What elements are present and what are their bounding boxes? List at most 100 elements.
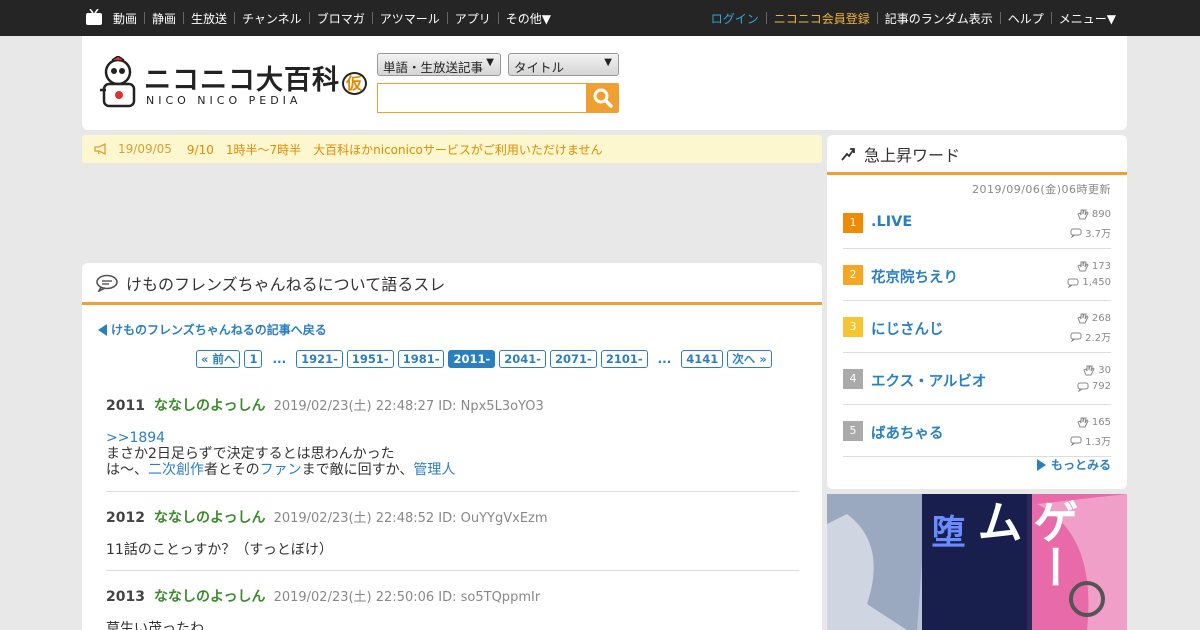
comment-count: 1.3万 [1070,433,1111,448]
post-number[interactable]: 2011 [106,398,145,414]
nav-other-menu[interactable]: その他▼ [506,10,551,27]
thread-post: 2013 ななしのよっしん 2019/02/23(土) 22:50:06 ID:… [106,586,799,630]
pager-page[interactable]: 2071- [550,350,597,368]
pager-page[interactable]: 1951- [346,350,394,368]
trending-word-link[interactable]: ばあちゃる [871,422,944,443]
keyword-link[interactable]: 管理人 [413,462,455,478]
megaphone-icon [94,143,106,155]
post-meta: 2019/02/23(土) 22:50:06 ID: so5TQppmIr [273,590,541,605]
post-body: >>1894 まさか2日足らずで決定するとは思わんかった は～、二次創作者とその… [106,430,456,478]
dropdown-arrow-icon: ▼ [604,57,612,68]
post-author: ななしのよっしん [153,398,266,414]
post-meta: 2019/02/23(土) 22:48:52 ID: OuYYgVxEzm [273,511,548,526]
logo-title: ニコニコ大百科仮 [144,58,368,97]
search-input[interactable] [377,83,587,113]
trending-item[interactable]: 4 エクス・アルビオ 30 792 [843,353,1111,405]
thread-panel: けものフレンズちゃんねるについて語るスレ けものフレンズちゃんねるの記事へ戻る … [82,263,822,630]
post-number[interactable]: 2012 [106,510,145,526]
game-advertisement-banner[interactable]: 堕 ゲーム [827,494,1127,630]
trending-word-link[interactable]: .LIVE [871,214,912,230]
more-trending-link[interactable]: もっとみる [1036,456,1111,473]
clap-icon [1077,313,1089,324]
pager-page[interactable]: 1981- [397,350,445,368]
back-to-article-link[interactable]: けものフレンズちゃんねるの記事へ戻る [98,321,327,338]
pager-prev[interactable]: « 前へ [196,350,241,368]
comment-count: 792 [1077,381,1111,392]
reply-anchor-link[interactable]: >>1894 [106,430,165,446]
pager-page[interactable]: 1 [244,350,263,368]
logo-subtitle: NICO NICO PEDIA [146,94,302,107]
search-button[interactable] [586,83,619,113]
clap-icon [1077,417,1089,428]
post-divider [106,570,799,571]
nav-blomaga[interactable]: ブロマガ [317,10,365,27]
keyword-link[interactable]: ファン [260,462,302,478]
post-divider [106,491,799,492]
clap-count: 890 [1077,209,1111,220]
comment-count: 2.2万 [1070,329,1111,344]
trending-item[interactable]: 2 花京院ちえり 173 1,450 [843,249,1111,301]
thread-header: けものフレンズちゃんねるについて語るスレ [82,263,822,305]
clap-icon [1077,261,1089,272]
trending-item[interactable]: 1 .LIVE 890 3.7万 [843,197,1111,249]
niconico-tv-icon[interactable] [85,9,103,26]
notice-text[interactable]: 9/10 1時半～7時半 大百科ほかniconicoサービスがご利用いただけませ… [187,141,603,158]
random-article-link[interactable]: 記事のランダム表示 [885,10,993,27]
nav-atsumaru[interactable]: アツマール [380,10,440,27]
post-number[interactable]: 2013 [106,589,145,605]
search-icon [593,88,613,108]
thread-post: 2011 ななしのよっしん 2019/02/23(土) 22:48:27 ID:… [106,395,799,492]
menu-dropdown[interactable]: メニュー▼ [1059,10,1116,27]
trending-words-panel: 急上昇ワード 2019/09/06(金)06時更新 1 .LIVE 890 3.7万 2… [827,135,1127,489]
ad-kanji: 堕 [925,514,965,548]
pagination: « 前へ 1 ... 1921- 1951- 1981- 2011- 2041-… [196,350,776,368]
help-link[interactable]: ヘルプ [1008,10,1044,27]
login-link[interactable]: ログイン [711,10,759,27]
nav-live[interactable]: 生放送 [191,10,227,27]
dropdown-arrow-icon: ▼ [486,57,494,68]
nav-video[interactable]: 動画 [113,10,137,27]
trending-word-link[interactable]: エクス・アルビオ [871,370,986,391]
comment-count: 1,450 [1067,277,1111,288]
trending-item[interactable]: 5 ばあちゃる 165 1.3万 [843,405,1111,457]
pager-current-page[interactable]: 2011- [448,350,496,368]
thread-title: けものフレンズちゃんねるについて語るスレ [126,274,446,294]
site-logo[interactable]: ニコニコ大百科仮 NICO NICO PEDIA [98,56,368,112]
trending-updated-time: 2019/09/06(金)06時更新 [972,183,1111,196]
top-navigation-bar: 動画 静画 生放送 チャンネル ブロマガ アツマール アプリ その他▼ ログイン… [0,0,1200,36]
pager-next[interactable]: 次へ » [727,350,772,368]
pager-page[interactable]: 2041- [499,350,547,368]
trending-header: 急上昇ワード [827,135,1127,175]
trending-word-link[interactable]: 花京院ちえり [871,266,958,287]
comment-icon [1070,332,1082,342]
pager-ellipsis: ... [657,352,672,366]
speech-bubble-icon [96,274,118,292]
field-select[interactable]: タイトル ▼ [508,53,619,76]
nav-channel[interactable]: チャンネル [242,10,302,27]
category-select[interactable]: 単語・生放送記事 ▼ [377,53,501,76]
comment-icon [1077,382,1089,392]
clap-count: 173 [1077,261,1111,272]
clap-icon [1077,209,1089,220]
post-author: ななしのよっしん [153,589,266,605]
nav-seiga[interactable]: 静画 [152,10,176,27]
nav-app[interactable]: アプリ [455,10,491,27]
mascot-icon [100,56,136,108]
rank-badge: 1 [843,213,863,233]
rank-badge: 5 [843,421,863,441]
trending-item[interactable]: 3 にじさんじ 268 2.2万 [843,301,1111,353]
register-link[interactable]: ニコニコ会員登録 [774,10,870,27]
logo-badge: 仮 [342,72,368,95]
comment-icon [1070,228,1082,238]
pager-page[interactable]: 1921- [296,350,343,368]
maintenance-notice: 19/09/05 9/10 1時半～7時半 大百科ほかniconicoサービスが… [82,135,822,163]
account-links: ログイン ニコニコ会員登録 記事のランダム表示 ヘルプ メニュー▼ [711,0,1116,36]
service-links: 動画 静画 生放送 チャンネル ブロマガ アツマール アプリ その他▼ [113,0,551,36]
pager-ellipsis: ... [272,352,287,366]
rank-badge: 3 [843,317,863,337]
keyword-link[interactable]: 二次創作 [148,462,204,478]
trending-word-link[interactable]: にじさんじ [871,318,944,339]
back-arrow-icon [98,323,107,336]
pager-page[interactable]: 2101- [600,350,648,368]
pager-last-page[interactable]: 4141 [681,350,724,368]
